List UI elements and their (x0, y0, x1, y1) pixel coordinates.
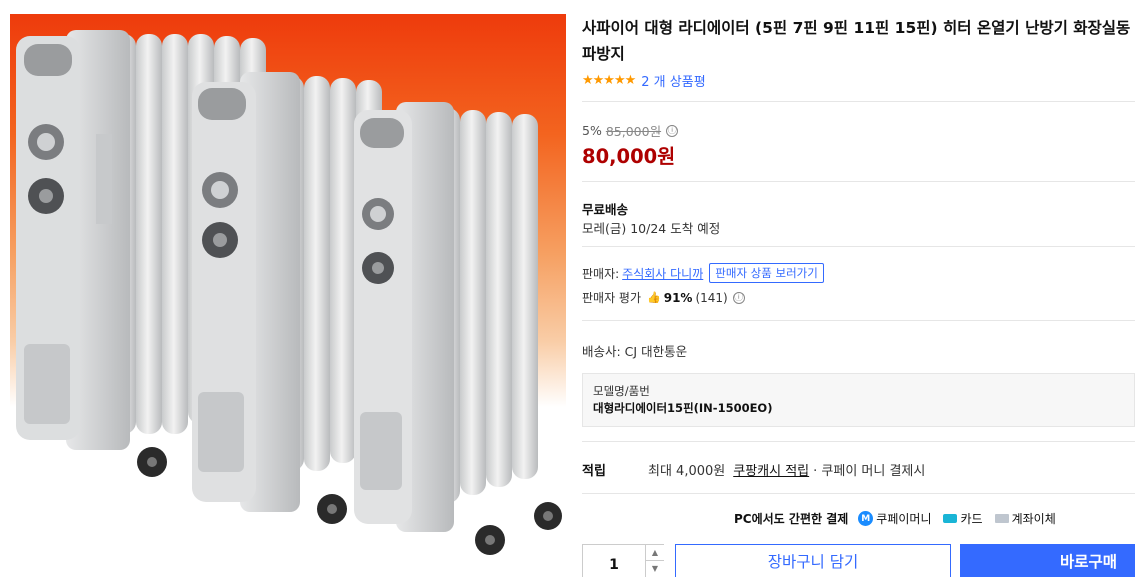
divider (582, 441, 1135, 442)
divider (582, 101, 1135, 102)
points-label: 적립 (582, 464, 606, 479)
seller-rating-percent: 91% (663, 290, 693, 305)
coupay-money-icon: M (858, 511, 874, 526)
points-max: 최대 4,000원 (648, 464, 726, 479)
discount-rate: 5% (582, 123, 602, 138)
bank-transfer-icon (994, 514, 1009, 523)
model-info-box: 모델명/품번 대형라디에이터15핀(IN-1500EO) (582, 373, 1135, 427)
radiator-middle (192, 72, 382, 524)
card-label: 카드 (960, 512, 983, 526)
seller-label: 판매자: (582, 266, 620, 281)
product-detail-panel: 사파이어 대형 라디에이터 (5핀 7핀 9핀 11핀 15핀) 히터 온열기 … (582, 0, 1135, 577)
add-to-cart-button[interactable]: 장바구니 담기 (675, 544, 951, 577)
model-value: 대형라디에이터15핀(IN-1500EO) (593, 401, 773, 415)
thumbs-up-icon: 👍 (647, 291, 661, 304)
divider (582, 246, 1135, 247)
free-shipping-label: 무료배송 (582, 202, 629, 217)
arrival-date: 모레(금) 10/24 도착 예정 (582, 221, 721, 236)
view-seller-products-button[interactable]: 판매자 상품 보러가기 (709, 263, 824, 283)
divider (582, 493, 1135, 494)
quantity-decrease-button[interactable]: ▼ (645, 561, 664, 577)
quantity-stepper: ▲ ▼ (582, 544, 664, 577)
radiator-front (354, 102, 562, 555)
points-row: 적립 최대 4,000원 쿠팡캐시 적립 · 쿠페이 머니 결제시 (582, 460, 925, 479)
star-rating-icon: ★★★★★ (582, 72, 636, 88)
card-icon (943, 514, 958, 523)
quantity-input[interactable] (583, 545, 645, 577)
product-image (10, 14, 566, 560)
divider (582, 181, 1135, 182)
seller-name-link[interactable]: 주식회사 다니까 (622, 265, 703, 282)
rating-row: ★★★★★ 2 개 상품평 (582, 71, 706, 90)
bank-transfer-label: 계좌이체 (1011, 512, 1056, 526)
seller-rating-count: (141) (695, 290, 728, 305)
payment-methods-row: PC에서도 간편한 결제 M 쿠페이머니 카드 계좌이체 (734, 510, 1056, 527)
courier-info: 배송사: CJ 대한통운 (582, 344, 688, 359)
sale-price: 80,000원 (582, 145, 676, 168)
divider (582, 320, 1135, 321)
seller-rating-row: 판매자 평가 👍 91% (141) ⓘ (582, 289, 745, 306)
radiator-illustration (16, 30, 562, 555)
payment-title: PC에서도 간편한 결제 (734, 512, 849, 526)
coupang-cash-link[interactable]: 쿠팡캐시 적립 (733, 460, 809, 479)
seller-rating-label: 판매자 평가 (582, 291, 642, 305)
seller-row: 판매자: 주식회사 다니까 판매자 상품 보러가기 (582, 263, 824, 283)
product-title: 사파이어 대형 라디에이터 (5핀 7핀 9핀 11핀 15핀) 히터 온열기 … (582, 19, 1131, 63)
original-price-row: 5% 85,000원 ⓘ (582, 121, 679, 140)
info-icon[interactable]: ⓘ (666, 124, 679, 137)
original-price: 85,000원 (605, 124, 662, 139)
buy-now-button[interactable]: 바로구매 (960, 544, 1135, 577)
quantity-increase-button[interactable]: ▲ (645, 545, 664, 561)
points-condition: · 쿠페이 머니 결제시 (813, 464, 926, 479)
info-icon[interactable]: ⓘ (732, 291, 745, 304)
review-count-link[interactable]: 2 개 상품평 (641, 71, 705, 90)
model-label: 모델명/품번 (593, 384, 650, 398)
coupay-money-label: 쿠페이머니 (876, 512, 932, 526)
